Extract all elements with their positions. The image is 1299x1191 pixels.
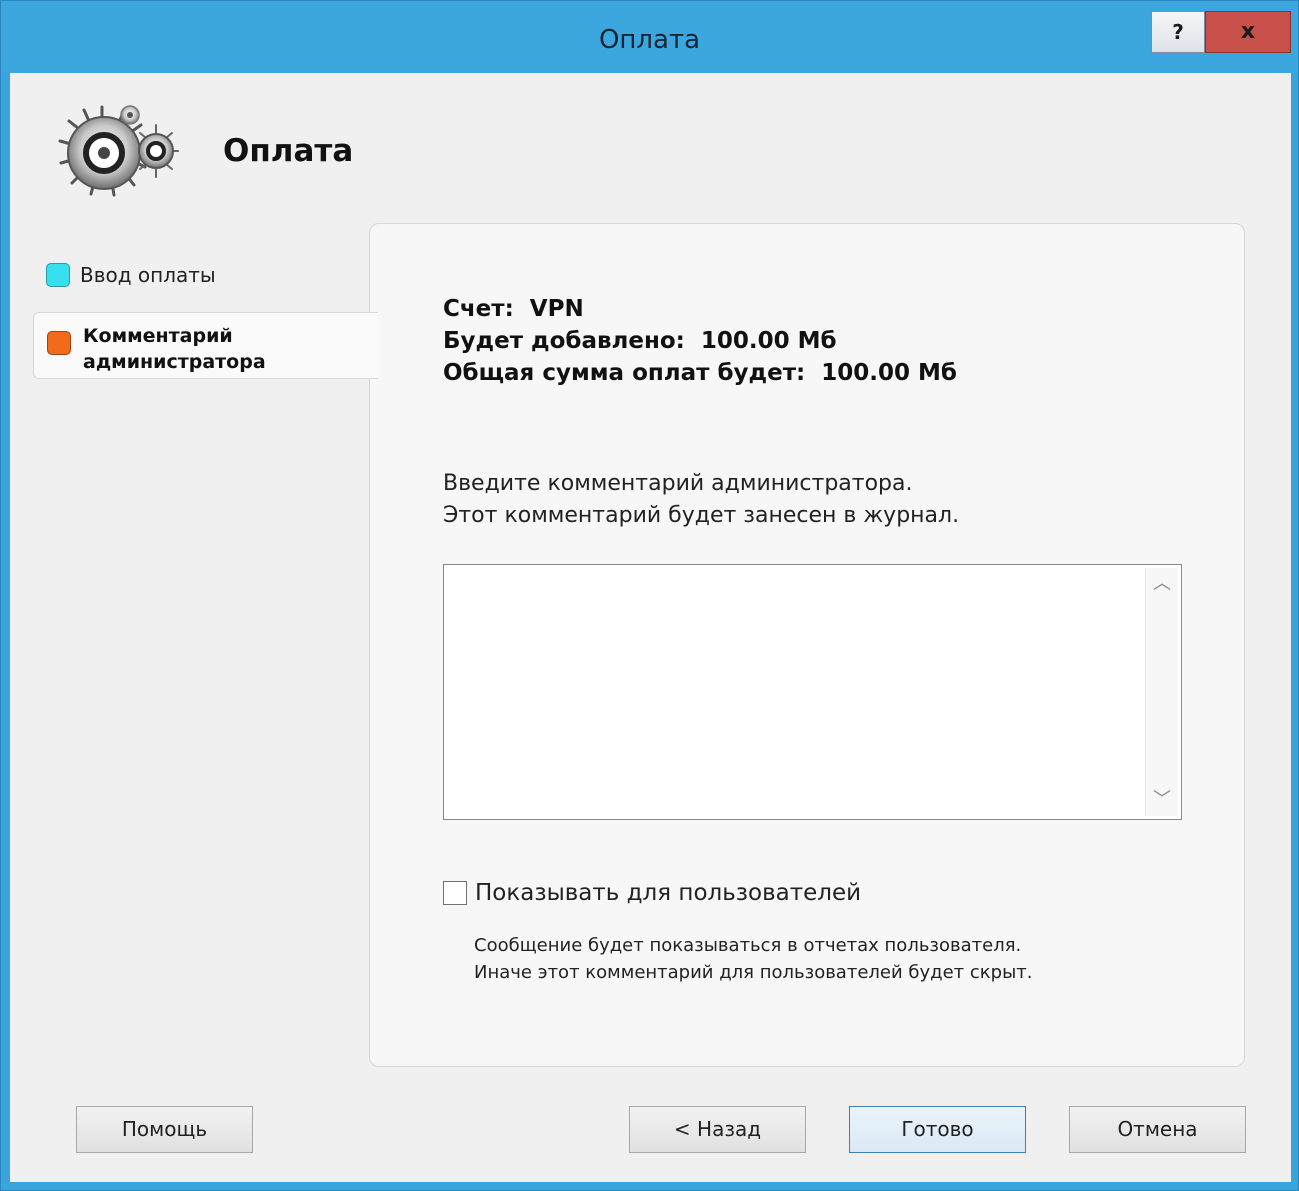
admin-comment-textarea[interactable]: ︿ ﹀ — [443, 564, 1182, 820]
comment-prompt-line: Этот комментарий будет занесен в журнал. — [443, 503, 960, 528]
total-line: Общая сумма оплат будет: 100.00 Мб — [443, 360, 957, 386]
title-bar[interactable]: Оплата ? x — [1, 1, 1298, 73]
cancel-button[interactable]: Отмена — [1069, 1106, 1246, 1153]
done-button[interactable]: Готово — [849, 1106, 1026, 1153]
show-users-checkbox[interactable] — [443, 881, 467, 905]
step-label: Комментарий администратора — [83, 325, 266, 373]
step-marker-icon — [46, 263, 70, 287]
close-button[interactable]: x — [1205, 11, 1291, 53]
dialog-window: Оплата ? x Оплата Ввод оплаты Счет: VPN … — [0, 0, 1299, 1191]
step-admin-comment[interactable]: Комментарий администратора — [33, 312, 378, 379]
added-line: Будет добавлено: 100.00 Мб — [443, 328, 837, 354]
comment-prompt: Введите комментарий администратора. Этот… — [443, 468, 959, 532]
show-users-note: Сообщение будет показываться в отчетах п… — [474, 932, 1033, 986]
step-marker-icon — [47, 331, 71, 355]
comment-scrollbar[interactable]: ︿ ﹀ — [1145, 568, 1178, 816]
page-title: Оплата — [223, 133, 354, 169]
scroll-up-icon[interactable]: ︿ — [1146, 568, 1178, 600]
step-label: Ввод оплаты — [80, 263, 216, 287]
show-users-option[interactable]: Показывать для пользователей — [443, 880, 861, 906]
back-button[interactable]: < Назад — [629, 1106, 806, 1153]
step-payment-input[interactable]: Ввод оплаты — [46, 263, 216, 287]
show-users-label[interactable]: Показывать для пользователей — [475, 880, 861, 906]
comment-prompt-line: Введите комментарий администратора. — [443, 471, 913, 496]
note-line: Сообщение будет показываться в отчетах п… — [474, 935, 1022, 956]
help-title-button[interactable]: ? — [1151, 11, 1205, 53]
scroll-down-icon[interactable]: ﹀ — [1146, 784, 1178, 816]
window-title: Оплата — [598, 25, 701, 55]
gears-icon — [58, 105, 179, 197]
dialog-client-area: Оплата Ввод оплаты Счет: VPN Будет добав… — [10, 73, 1291, 1182]
note-line: Иначе этот комментарий для пользователей… — [474, 962, 1033, 983]
content-panel: Счет: VPN Будет добавлено: 100.00 Мб Общ… — [369, 223, 1245, 1067]
account-line: Счет: VPN — [443, 296, 584, 322]
help-button[interactable]: Помощь — [76, 1106, 253, 1153]
